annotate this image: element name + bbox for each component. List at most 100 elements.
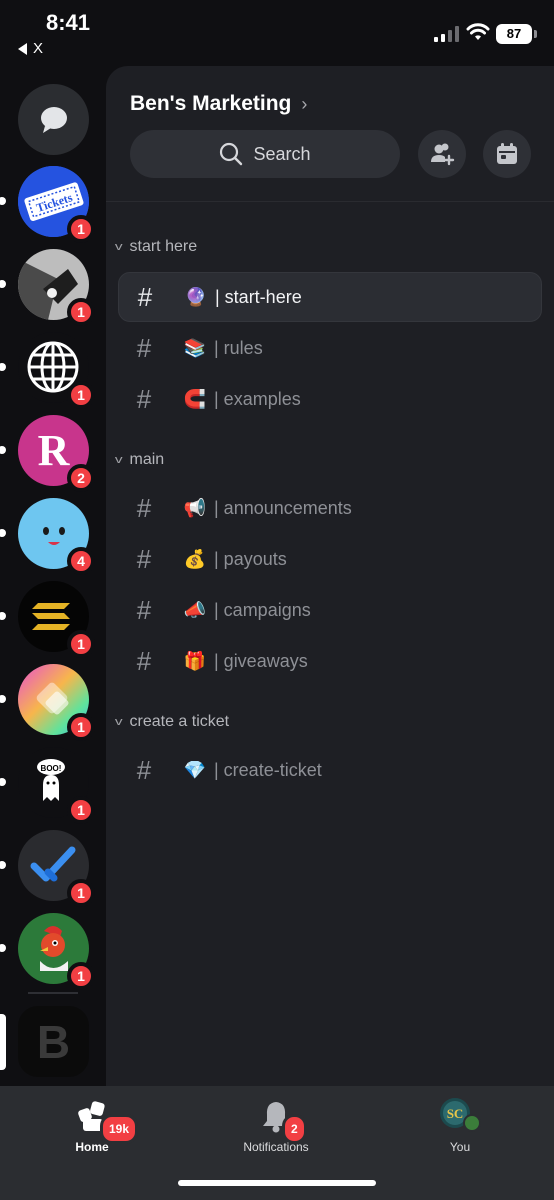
channel-name: | examples xyxy=(214,388,301,409)
channel-rules[interactable]: # 📚 | rules xyxy=(118,323,542,373)
cellular-signal-icon xyxy=(434,26,459,42)
back-to-app-button[interactable]: X xyxy=(18,40,43,57)
battery-indicator: 87 xyxy=(496,24,537,44)
gift-icon: 🎁 xyxy=(183,650,207,671)
selected-server-indicator xyxy=(0,1014,6,1070)
unread-indicator xyxy=(0,695,6,703)
unread-count-badge: 1 xyxy=(67,215,95,243)
unread-count-badge: 1 xyxy=(67,879,95,907)
channel-name: | announcements xyxy=(214,497,352,518)
magnet-icon: 🧲 xyxy=(183,388,207,409)
svg-text:BOO!: BOO! xyxy=(41,764,62,773)
channel-create-ticket[interactable]: # 💎 | create-ticket xyxy=(118,745,542,795)
hashtag-icon: # xyxy=(136,383,152,414)
server-list: Tickets 1 1 1 R 2 4 1 1 BOO! 1 1 1 B xyxy=(0,66,106,1086)
server-bird[interactable]: 1 xyxy=(18,249,95,326)
unread-indicator xyxy=(0,612,6,620)
server-tickets[interactable]: Tickets 1 xyxy=(18,166,95,243)
server-ghost[interactable]: BOO! 1 xyxy=(18,747,95,824)
hashtag-icon: # xyxy=(136,645,152,676)
hashtag-icon: # xyxy=(136,332,152,363)
header-divider xyxy=(106,201,554,202)
back-app-label: X xyxy=(33,40,44,57)
category-create-a-ticket[interactable]: v create a ticket xyxy=(115,713,230,731)
server-name-header[interactable]: Ben's Marketing › xyxy=(130,92,307,116)
unread-count-badge: 4 xyxy=(67,547,95,575)
chat-bubble-icon xyxy=(41,107,67,133)
calendar-icon xyxy=(497,143,517,164)
books-icon: 📚 xyxy=(183,337,207,358)
wifi-icon xyxy=(466,23,490,40)
search-label: Search xyxy=(253,143,311,164)
search-button[interactable]: Search xyxy=(130,130,400,178)
unread-count-badge: 1 xyxy=(67,962,95,990)
server-checkmark[interactable]: 1 xyxy=(18,830,95,907)
server-rooster[interactable]: 1 xyxy=(18,913,95,990)
server-bens-marketing[interactable]: B xyxy=(18,1006,89,1077)
crystal-ball-icon: 🔮 xyxy=(184,286,208,307)
server-globe[interactable]: 1 xyxy=(18,332,95,409)
tab-notifications[interactable]: 2 Notifications xyxy=(216,1096,336,1154)
hashtag-icon: # xyxy=(136,754,152,785)
channel-payouts[interactable]: # 💰 | payouts xyxy=(118,534,542,584)
unread-count-badge: 1 xyxy=(67,630,95,658)
unread-indicator xyxy=(0,944,6,952)
unread-indicator xyxy=(0,529,6,537)
unread-count-badge: 1 xyxy=(67,796,95,824)
money-bag-icon: 💰 xyxy=(183,548,207,569)
unread-indicator xyxy=(0,280,6,288)
channel-giveaways[interactable]: # 🎁 | giveaways xyxy=(118,636,542,686)
home-indicator[interactable] xyxy=(178,1180,376,1186)
category-start-here[interactable]: v start here xyxy=(115,238,198,256)
channel-campaigns[interactable]: # 📣 | campaigns xyxy=(118,585,542,635)
unread-indicator xyxy=(0,197,6,205)
tab-you[interactable]: SC You xyxy=(400,1096,520,1154)
hashtag-icon: # xyxy=(136,594,152,625)
server-r[interactable]: R 2 xyxy=(18,415,95,492)
home-notification-badge: 19k xyxy=(100,1114,139,1144)
megaphone-icon: 📣 xyxy=(183,599,207,620)
tab-home[interactable]: 19k Home xyxy=(32,1096,152,1154)
server-list-divider xyxy=(28,992,78,994)
svg-text:SC: SC xyxy=(447,1106,464,1121)
channel-name: | start-here xyxy=(215,286,302,307)
loudspeaker-icon: 📢 xyxy=(183,497,207,518)
gem-icon: 💎 xyxy=(183,759,207,780)
hashtag-icon: # xyxy=(137,281,153,312)
chevron-down-icon: v xyxy=(114,454,123,466)
channel-examples[interactable]: # 🧲 | examples xyxy=(118,374,542,424)
notifications-badge: 2 xyxy=(282,1114,307,1144)
category-main[interactable]: v main xyxy=(114,451,165,469)
clock: 8:41 xyxy=(46,10,91,35)
channel-name: | campaigns xyxy=(214,599,311,620)
add-user-icon xyxy=(431,143,455,166)
category-label: create a ticket xyxy=(129,713,230,730)
tab-you-label: You xyxy=(449,1140,471,1154)
unread-indicator xyxy=(0,363,6,371)
hashtag-icon: # xyxy=(136,543,152,574)
tab-home-label: Home xyxy=(75,1140,109,1154)
unread-count-badge: 1 xyxy=(67,381,95,409)
server-solana[interactable]: 1 xyxy=(18,581,95,658)
invite-members-button[interactable] xyxy=(418,130,466,178)
svg-text:B: B xyxy=(37,1016,70,1068)
category-label: main xyxy=(129,451,165,468)
hashtag-icon: # xyxy=(136,492,152,523)
category-label: start here xyxy=(129,238,198,255)
user-avatar: SC xyxy=(440,1098,481,1132)
unread-count-badge: 1 xyxy=(67,713,95,741)
back-arrow-icon xyxy=(18,42,27,55)
unread-count-badge: 2 xyxy=(67,464,95,492)
channel-name: | rules xyxy=(214,337,263,358)
channel-start-here[interactable]: # 🔮 | start-here xyxy=(118,272,542,322)
events-button[interactable] xyxy=(483,130,531,178)
b-server-icon: B xyxy=(37,1016,70,1068)
direct-messages-button[interactable] xyxy=(18,84,89,155)
server-gradient[interactable]: 1 xyxy=(18,664,95,741)
server-name: Ben's Marketing xyxy=(130,92,292,115)
chevron-right-icon: › xyxy=(301,93,308,114)
server-smiley[interactable]: 4 xyxy=(18,498,95,575)
tab-notifications-label: Notifications xyxy=(243,1140,309,1154)
channel-announcements[interactable]: # 📢 | announcements xyxy=(118,483,542,533)
channel-name: | create-ticket xyxy=(214,759,322,780)
